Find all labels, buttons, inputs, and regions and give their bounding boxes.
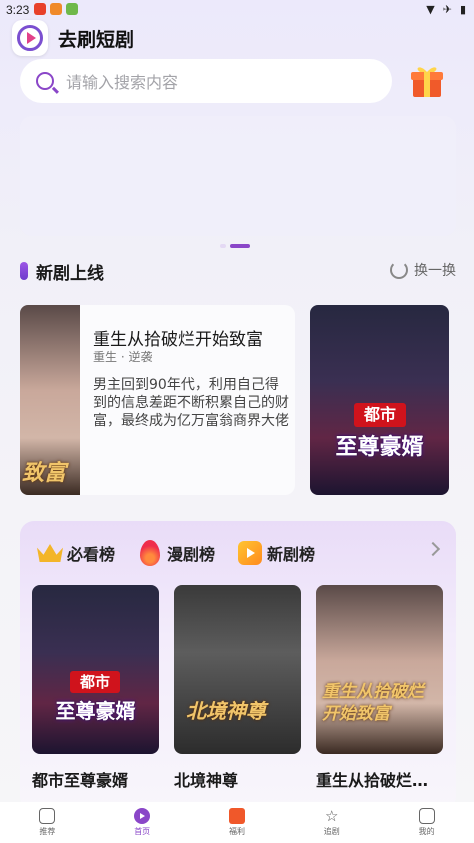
notification-icon	[66, 3, 78, 15]
ranking-item-name[interactable]: 都市至尊豪婿	[32, 767, 162, 791]
tab-label: 必看榜	[67, 545, 116, 564]
search-placeholder: 请输入搜索内容	[66, 73, 179, 92]
featured-tags: 重生 · 逆袭	[93, 350, 153, 364]
ranking-poster[interactable]: 北境神尊	[174, 585, 301, 754]
banner-carousel[interactable]	[20, 116, 456, 236]
status-bar: 3:23 ▼ ✈ ▮	[0, 0, 474, 20]
side-poster[interactable]: 都市 至尊豪婿	[310, 305, 449, 495]
ranking-item-name[interactable]: 北境神尊	[174, 767, 304, 791]
tab-label: 追剧	[323, 827, 340, 836]
tab-follow[interactable]: ☆ 追剧	[284, 802, 379, 843]
tab-recommend[interactable]: 推荐	[0, 802, 95, 843]
tab-label: 我的	[418, 827, 435, 836]
featured-poster[interactable]: 致富	[20, 305, 80, 495]
section-marker	[20, 262, 28, 280]
play-badge-icon	[237, 541, 263, 565]
notification-icon	[50, 3, 62, 15]
recommend-icon	[39, 808, 56, 824]
app-logo	[12, 20, 48, 56]
tab-label: 首页	[134, 827, 151, 836]
play-circle-icon	[134, 808, 151, 824]
gift-icon	[228, 808, 245, 824]
app-title: 去刷短剧	[58, 28, 135, 51]
gift-icon[interactable]	[408, 62, 446, 100]
profile-icon	[418, 808, 435, 824]
tab-comic[interactable]: 漫剧榜	[137, 540, 216, 566]
ranking-poster[interactable]: 重生从拾破烂开始致富	[316, 585, 443, 754]
refresh-label: 换一换	[414, 263, 456, 279]
poster-tag: 都市	[354, 403, 406, 427]
search-bar[interactable]: 请输入搜索内容	[20, 59, 392, 103]
refresh-button[interactable]: 换一换	[390, 260, 456, 280]
new-dramas-header: 新剧上线 换一换	[20, 258, 456, 284]
status-time: 3:23	[6, 3, 30, 17]
star-icon: ☆	[325, 807, 339, 825]
poster-tag: 都市	[70, 671, 120, 693]
bottom-tab-bar: 推荐 首页 福利 ☆ 追剧 我的	[0, 802, 474, 843]
tab-label: 漫剧榜	[167, 545, 216, 564]
refresh-icon	[390, 261, 408, 279]
tab-home[interactable]: 首页	[95, 802, 190, 843]
featured-description: 男主回到90年代，利用自己得到的信息差距不断积累自己的财富，最终成为亿万富翁商界…	[93, 377, 289, 429]
section-title: 新剧上线	[36, 263, 104, 284]
ranking-poster[interactable]: 都市 至尊豪婿	[32, 585, 159, 754]
wifi-icon: ▼	[426, 3, 435, 16]
ranking-item-name[interactable]: 重生从拾破烂开始致富	[316, 767, 441, 791]
tab-must-watch[interactable]: 必看榜	[37, 541, 115, 565]
poster-title-text: 重生从拾破烂开始致富	[322, 682, 424, 724]
tab-new[interactable]: 新剧榜	[237, 541, 315, 565]
app-header: 去刷短剧	[12, 20, 134, 56]
tab-profile[interactable]: 我的	[379, 802, 474, 843]
carousel-dot-active	[230, 244, 250, 248]
airplane-icon: ✈	[442, 3, 452, 16]
tab-label: 福利	[228, 827, 245, 836]
featured-title: 重生从拾破烂开始致富	[93, 330, 263, 350]
tab-label: 推荐	[39, 827, 56, 836]
tab-welfare[interactable]: 福利	[190, 802, 285, 843]
battery-icon: ▮	[459, 3, 466, 16]
search-icon	[36, 72, 54, 90]
notification-icon	[34, 3, 46, 15]
poster-title-text: 至尊豪婿	[55, 699, 136, 723]
carousel-indicator	[220, 244, 250, 248]
carousel-dot	[220, 244, 226, 248]
poster-title-text: 至尊豪婿	[335, 435, 424, 460]
poster-title-text: 北境神尊	[186, 699, 266, 723]
tab-label: 新剧榜	[267, 545, 316, 564]
poster-title-text: 致富	[22, 460, 67, 486]
rankings-tabs: 必看榜 漫剧榜 新剧榜	[37, 540, 337, 566]
flame-icon	[137, 540, 163, 566]
crown-icon	[37, 541, 63, 565]
